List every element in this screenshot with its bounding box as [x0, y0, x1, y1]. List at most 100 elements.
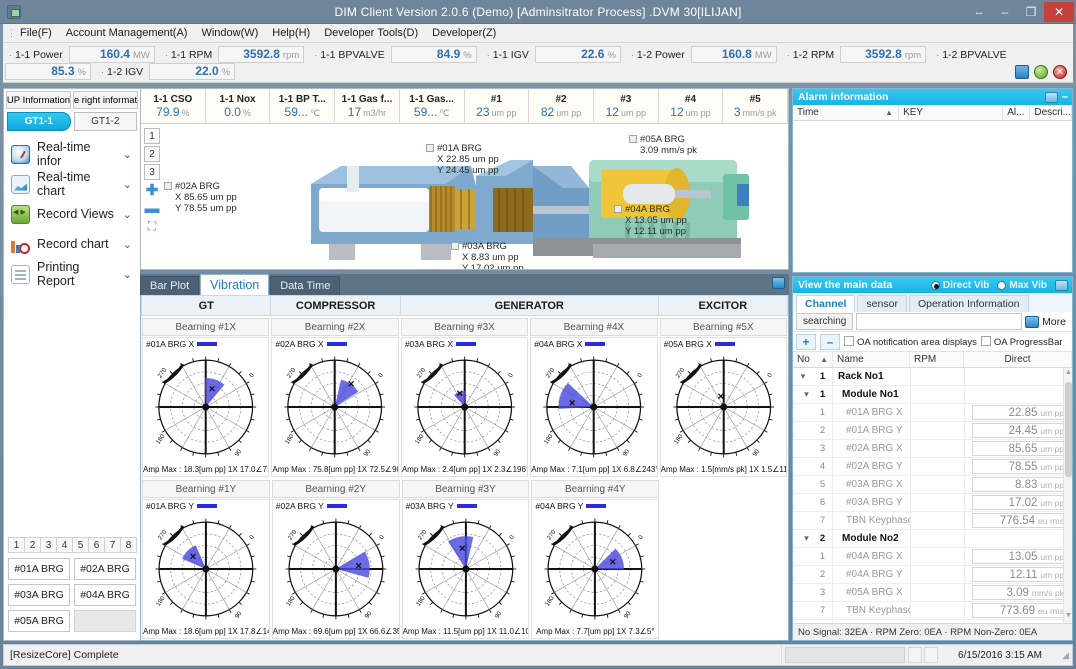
polar-plot-02abrgy[interactable]: #02A BRG Y ✕ 0 90 180 270 Amp Max : 69.6[um pp…: [271, 499, 400, 639]
search-button[interactable]: searching: [796, 313, 854, 330]
restore-icon[interactable]: [1055, 279, 1068, 291]
tab-sensor[interactable]: sensor: [857, 295, 907, 312]
zoom-out-icon[interactable]: ▬: [144, 200, 160, 217]
alarm-table-body[interactable]: [793, 121, 1072, 272]
bearing-header-3y[interactable]: Bearning #3Y: [401, 480, 530, 498]
diagram-canvas[interactable]: 1 2 3 ✚ ▬ ⛶ #01A BRG X 22.85 um pp Y 24.…: [141, 124, 788, 269]
table-row[interactable]: 2 #04A BRG Y 12.11 um pp: [793, 566, 1072, 584]
alarm-column-key[interactable]: KEY: [899, 105, 1004, 120]
sidebar-item-record-chart[interactable]: Record chart ⌄: [4, 229, 140, 259]
checkbox-oa-progressbar[interactable]: OA ProgressBar: [980, 335, 1063, 348]
unit-button-gt1-1[interactable]: GT1-1: [7, 112, 71, 131]
polar-plot-canvas[interactable]: ✕ 0 90 180 270: [403, 511, 529, 627]
maximize-button[interactable]: ❐: [1018, 1, 1044, 23]
sidebar-item-record-views[interactable]: Record Views ⌄: [4, 199, 140, 229]
bearing-button-03a[interactable]: #03A BRG: [8, 584, 70, 606]
sidebar-item-printing-report[interactable]: Printing Report ⌄: [4, 259, 140, 289]
polar-plot-02abrgx[interactable]: #02A BRG X ✕ 0 90 180 270 Amp Max : 75.8[um pp…: [271, 337, 399, 477]
expander-icon[interactable]: ▾: [793, 389, 813, 400]
scroll-up-icon[interactable]: ▲: [1065, 369, 1072, 379]
polar-plot-03abrgy[interactable]: #03A BRG Y ✕ 0 90 180 270 Amp Max : 11.5[um pp…: [401, 499, 530, 639]
page-button-8[interactable]: 8: [120, 537, 137, 553]
bearing-header-4x[interactable]: Bearning #4X: [530, 318, 658, 336]
bearing-button-01a[interactable]: #01A BRG: [8, 558, 70, 580]
polar-plot-canvas[interactable]: ✕ 0 90 180 270: [531, 349, 656, 465]
minimize-button[interactable]: –: [992, 1, 1018, 23]
table-row[interactable]: ▾3Module No3: [793, 620, 1072, 623]
tab-channel[interactable]: Channel: [796, 295, 856, 312]
alarm-column-description[interactable]: Descri...: [1030, 105, 1073, 120]
checkbox-icon[interactable]: [426, 144, 434, 152]
polar-plot-04abrgx[interactable]: #04A BRG X ✕ 0 90 180 270 Amp Max : 7.1[um pp]…: [530, 337, 658, 477]
menu-item-help[interactable]: Help(H): [265, 25, 317, 41]
alarm-column-alarm[interactable]: Al...: [1003, 105, 1031, 120]
fit-icon[interactable]: ⛶: [144, 218, 160, 234]
tab-data-time[interactable]: Data Time: [270, 276, 341, 295]
diagram-callout-05a-brg[interactable]: #05A BRG 3.09 mm/s pk: [629, 134, 697, 156]
bearing-button-05a[interactable]: #05A BRG: [8, 610, 70, 632]
minimize-icon[interactable]: –: [1062, 91, 1068, 103]
page-button-2[interactable]: 2: [24, 537, 41, 553]
tab-operation-information[interactable]: Operation Information: [908, 295, 1029, 312]
remove-button[interactable]: –: [820, 333, 840, 350]
table-row[interactable]: 7 TBN Keyphasor 1-12 773.69eu rms: [793, 602, 1072, 620]
chevron-down-icon[interactable]: ⌄: [123, 208, 132, 221]
disconnect-icon[interactable]: ✕: [1053, 65, 1067, 79]
expander-icon[interactable]: ▾: [793, 371, 813, 382]
window-icon[interactable]: [1025, 315, 1040, 328]
table-row[interactable]: 4 #02A BRG Y 78.55 um pp: [793, 458, 1072, 476]
polar-plot-01abrgy[interactable]: #01A BRG Y ✕ 0 90 180 270 Amp Max : 18.6[um pp…: [142, 499, 270, 639]
table-row[interactable]: ▾ 1 Rack No1: [793, 368, 1072, 386]
polar-plot-canvas[interactable]: ✕ 0 90 180 270: [661, 349, 786, 465]
table-row[interactable]: 3 #05A BRG X 3.09 mm/s pk: [793, 584, 1072, 602]
bearing-button-04a[interactable]: #04A BRG: [74, 584, 136, 606]
page-button-3[interactable]: 3: [40, 537, 57, 553]
bearing-header-1x[interactable]: Bearning #1X: [142, 318, 270, 336]
alarm-column-time[interactable]: Time ▲: [793, 105, 900, 120]
diagram-callout-01a-brg[interactable]: #01A BRG X 22.85 um pp Y 24.45 um pp: [426, 143, 499, 176]
sidebar-tab-right-information[interactable]: e right informat: [73, 91, 138, 109]
page-button-1[interactable]: 1: [8, 537, 25, 553]
polar-plot-canvas[interactable]: ✕ 0 90 180 270: [273, 511, 399, 627]
connect-icon[interactable]: [1034, 65, 1048, 79]
zoom-in-icon[interactable]: ✚: [144, 182, 160, 199]
menu-item-account-management[interactable]: Account Management(A): [59, 25, 195, 41]
diagram-layer-button-2[interactable]: 2: [144, 146, 160, 162]
diagram-callout-02a-brg[interactable]: #02A BRG X 85.65 um pp Y 78.55 um pp: [164, 181, 237, 214]
table-row[interactable]: 3 #02A BRG X 85.65 um pp: [793, 440, 1072, 458]
table-row[interactable]: 6 #03A BRG Y 17.02 um pp: [793, 494, 1072, 512]
checkbox-oa-notification[interactable]: OA notification area displays: [844, 335, 977, 348]
resize-grip-icon[interactable]: ◢: [1060, 650, 1072, 661]
polar-plot-canvas[interactable]: ✕ 0 90 180 270: [402, 349, 527, 465]
add-button[interactable]: +: [796, 333, 816, 350]
bearing-header-1y[interactable]: Bearning #1Y: [142, 480, 270, 498]
page-button-6[interactable]: 6: [88, 537, 105, 553]
polar-plot-canvas[interactable]: ✕ 0 90 180 270: [532, 511, 658, 627]
checkbox-icon[interactable]: [451, 242, 459, 250]
polar-plot-03abrgx[interactable]: #03A BRG X ✕ 0 90 180 270 Amp Max : 2.4[um pp]…: [400, 337, 529, 477]
unit-button-gt1-2[interactable]: GT1-2: [73, 112, 137, 131]
search-input[interactable]: [856, 313, 1023, 330]
sidebar-item-real-time-chart[interactable]: Real-time chart ⌄: [4, 169, 140, 199]
grid-column-direct[interactable]: Direct: [964, 352, 1072, 367]
table-row[interactable]: ▾ 1 Module No1: [793, 386, 1072, 404]
polar-plot-04abrgy[interactable]: #04A BRG Y ✕ 0 90 180 270 Amp Max : 7.7[um pp]…: [531, 499, 660, 639]
table-row[interactable]: 1 #04A BRG X 13.05 um pp: [793, 548, 1072, 566]
restore-icon[interactable]: [1044, 91, 1058, 103]
radio-direct-vib[interactable]: Direct Vib: [930, 280, 989, 291]
window-icon[interactable]: [772, 277, 785, 289]
sidebar-item-real-time-information[interactable]: Real-time infor ⌄: [4, 139, 140, 169]
page-button-7[interactable]: 7: [104, 537, 121, 553]
table-row[interactable]: 2 #01A BRG Y 24.45 um pp: [793, 422, 1072, 440]
menu-item-window[interactable]: Window(W): [194, 25, 265, 41]
bearing-header-5x[interactable]: Bearning #5X: [659, 318, 788, 336]
sidebar-tab-up-information[interactable]: UP Information: [6, 91, 71, 109]
bearing-header-3x[interactable]: Bearning #3X: [400, 318, 529, 336]
polar-plot-canvas[interactable]: ✕ 0 90 180 270: [143, 511, 269, 627]
scroll-down-icon[interactable]: ▼: [1065, 612, 1072, 622]
diagram-callout-03a-brg[interactable]: #03A BRG X 8.83 um pp Y 17.02 um pp: [451, 241, 524, 269]
tab-vibration[interactable]: Vibration: [200, 274, 270, 295]
grid-column-rpm[interactable]: RPM: [910, 352, 964, 367]
checkbox-icon[interactable]: [614, 205, 622, 213]
polar-plot-05abrgx[interactable]: #05A BRG X ✕ 0 90 180 270 Amp Max : 1.5[mm/s p…: [659, 337, 788, 477]
